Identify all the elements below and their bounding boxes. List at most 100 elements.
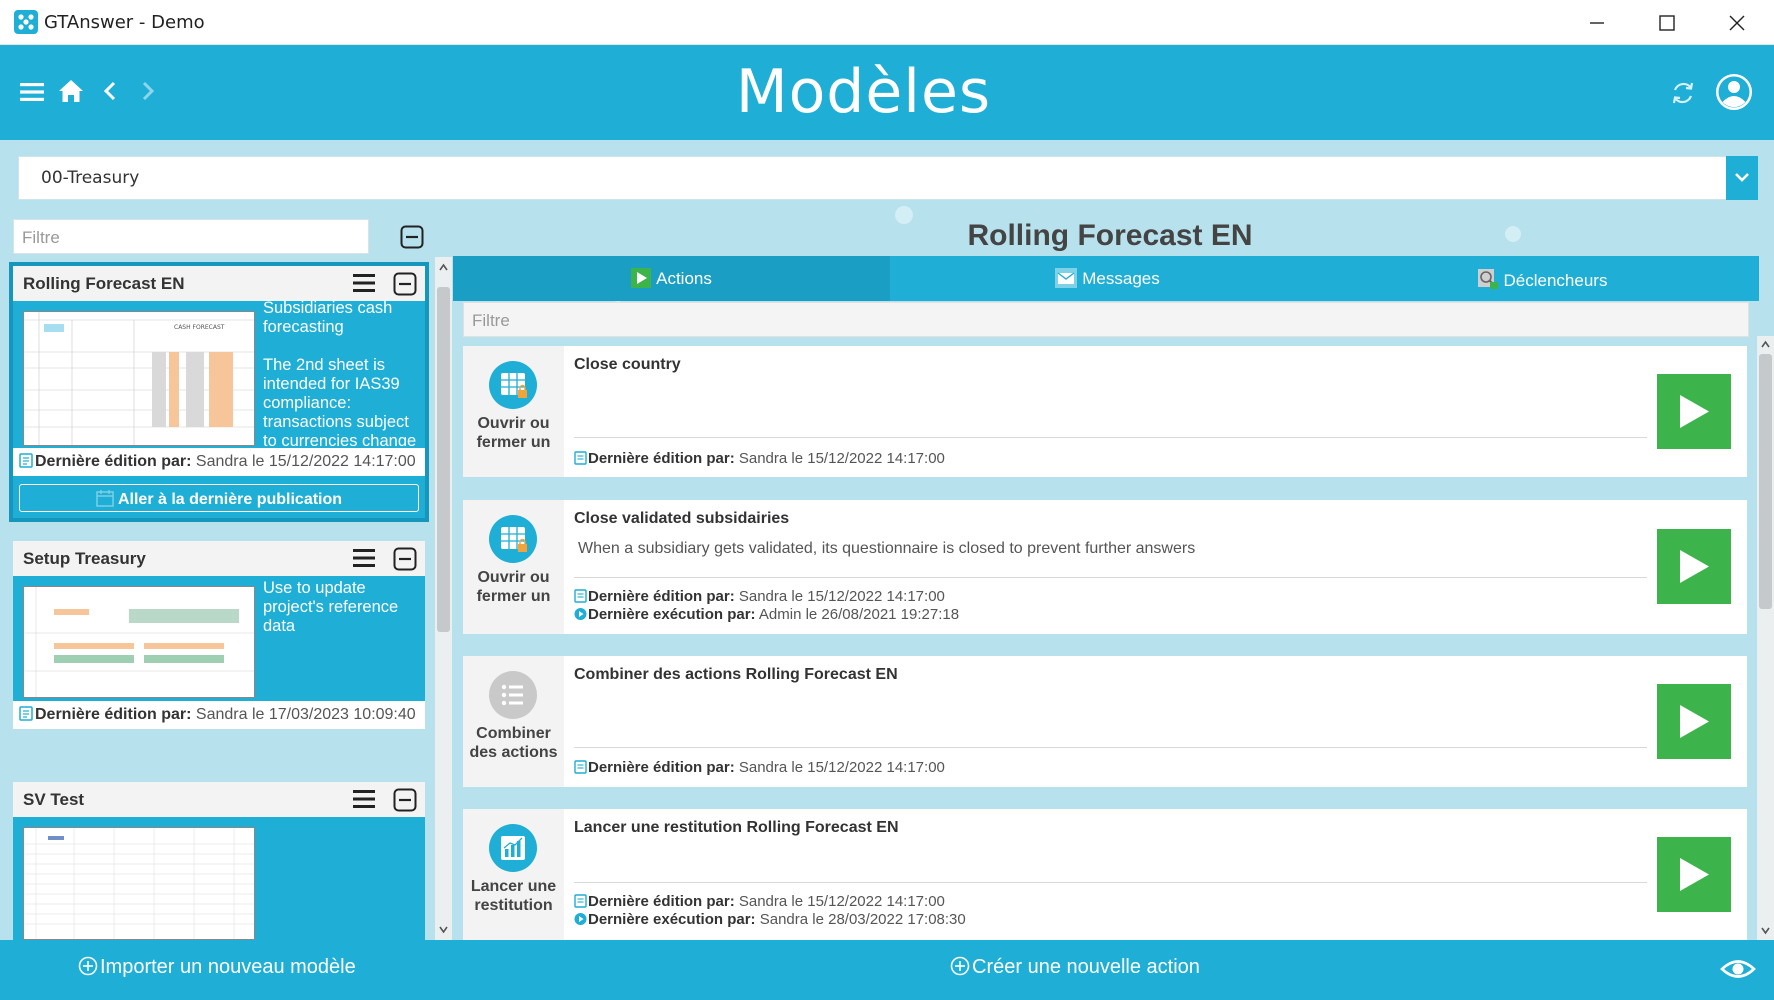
card-menu-icon[interactable]	[353, 274, 375, 292]
tab-messages[interactable]: Messages	[890, 256, 1325, 301]
tab-actions[interactable]: Actions	[453, 256, 890, 301]
model-card[interactable]: Rolling Forecast EN CASH FORECAST Subsid…	[9, 262, 429, 522]
model-card-title: Rolling Forecast EN	[23, 274, 185, 293]
action-type-label: Combiner des actions	[469, 725, 558, 761]
calendar-icon	[96, 489, 114, 507]
app-logo-icon	[14, 10, 38, 34]
model-card-header: Setup Treasury	[13, 541, 425, 576]
card-collapse-icon[interactable]	[393, 547, 417, 571]
maximize-button[interactable]	[1632, 0, 1702, 45]
action-description: When a subsidiary gets validated, its qu…	[578, 540, 1196, 557]
action-divider	[574, 577, 1647, 578]
app-header: Modèles	[0, 45, 1774, 140]
models-scrollbar-thumb[interactable]	[437, 287, 450, 632]
models-filter-input[interactable]: Filtre	[13, 219, 369, 254]
action-type: Lancer une restitution	[463, 809, 564, 940]
action-last-execution: Dernière exécution par: Sandra le 28/03/…	[574, 911, 966, 928]
model-card[interactable]: SV Test	[13, 782, 425, 940]
project-select-toggle[interactable]	[1726, 156, 1758, 200]
last-execution-value: Admin le 26/08/2021 19:27:18	[755, 606, 960, 623]
actions-scrollbar-thumb[interactable]	[1759, 354, 1772, 609]
last-edit-label: Dernière édition par:	[35, 706, 192, 723]
action-name: Close country	[574, 356, 681, 373]
refresh-icon[interactable]	[1670, 80, 1696, 106]
last-execution-value: Sandra le 28/03/2022 17:08:30	[755, 911, 966, 928]
action-last-edit: Dernière édition par: Sandra le 15/12/20…	[574, 588, 945, 605]
action-type: Ouvrir ou fermer un	[463, 346, 564, 477]
scroll-up-icon[interactable]	[439, 263, 448, 272]
goto-last-publication-label: Aller à la dernière publication	[117, 491, 343, 508]
actions-scrollbar[interactable]	[1757, 336, 1774, 940]
model-description-line: The 2nd sheet is intended for IAS39 comp…	[263, 356, 417, 446]
import-model-button[interactable]: Importer un nouveau modèle	[78, 956, 356, 979]
last-execution-label: Dernière exécution par:	[588, 606, 756, 623]
project-select[interactable]: 00-Treasury	[18, 156, 1758, 200]
model-tabs: Actions Messages Déclencheurs	[453, 256, 1759, 301]
collapse-all-icon[interactable]	[400, 225, 424, 249]
scroll-up-icon[interactable]	[1761, 340, 1770, 349]
project-select-value: 00-Treasury	[41, 168, 140, 188]
run-action-button[interactable]	[1657, 684, 1731, 759]
action-divider	[574, 882, 1647, 883]
window-titlebar: GTAnswer - Demo	[0, 0, 1774, 45]
action-divider	[574, 747, 1647, 748]
execution-icon	[574, 912, 587, 926]
selected-model-title: Rolling Forecast EN	[967, 219, 1253, 252]
model-card-header: SV Test	[13, 782, 425, 817]
actions-filter-input[interactable]: Filtre	[463, 302, 1749, 337]
eye-icon[interactable]	[1720, 956, 1756, 982]
add-circle-icon	[950, 956, 970, 976]
create-action-button[interactable]: Créer une nouvelle action	[950, 956, 1200, 979]
goto-last-publication-button[interactable]: Aller à la dernière publication	[19, 484, 419, 512]
add-circle-icon	[78, 956, 98, 976]
close-window-button[interactable]	[1702, 0, 1772, 45]
user-avatar-icon[interactable]	[1715, 73, 1753, 111]
card-collapse-icon[interactable]	[393, 272, 417, 296]
play-icon	[631, 268, 652, 288]
action-name: Lancer une restitution Rolling Forecast …	[574, 819, 899, 836]
action-item[interactable]: Combiner des actions Combiner des action…	[463, 656, 1747, 787]
minimize-button[interactable]	[1562, 0, 1632, 45]
window-title: GTAnswer - Demo	[44, 12, 205, 33]
import-model-label: Importer un nouveau modèle	[100, 956, 356, 978]
last-edit-value: Sandra le 15/12/2022 14:17:00	[734, 759, 945, 776]
action-type-label: Ouvrir ou fermer un	[476, 569, 551, 605]
model-card[interactable]: Setup Treasury Use to update project's r…	[13, 541, 425, 729]
model-description: Subsidiaries cash forecasting The 2nd sh…	[263, 299, 421, 446]
model-last-edit: Dernière édition par: Sandra le 17/03/20…	[13, 701, 425, 729]
play-icon	[1680, 395, 1709, 428]
table-lock-icon	[489, 361, 537, 409]
trigger-icon	[1477, 268, 1499, 290]
close-icon	[1729, 15, 1745, 31]
model-card-title: Setup Treasury	[23, 549, 146, 568]
edit-doc-icon	[574, 894, 587, 908]
model-last-edit: Dernière édition par: Sandra le 15/12/20…	[13, 448, 425, 476]
chevron-down-icon	[1735, 173, 1749, 182]
last-edit-label: Dernière édition par:	[588, 450, 735, 467]
action-item[interactable]: Ouvrir ou fermer un Close validated subs…	[463, 500, 1747, 634]
run-action-button[interactable]	[1657, 837, 1731, 912]
last-edit-label: Dernière édition par:	[35, 453, 192, 470]
card-collapse-icon[interactable]	[393, 788, 417, 812]
last-edit-value: Sandra le 17/03/2023 10:09:40	[191, 706, 416, 723]
last-execution-label: Dernière exécution par:	[588, 911, 756, 928]
tab-messages-label: Messages	[1082, 269, 1160, 288]
edit-doc-icon	[574, 451, 587, 465]
execution-icon	[574, 607, 587, 621]
models-scrollbar[interactable]	[435, 257, 452, 940]
run-action-button[interactable]	[1657, 374, 1731, 449]
chart-icon	[489, 824, 537, 872]
card-menu-icon[interactable]	[353, 790, 375, 808]
svg-text:CASH FORECAST: CASH FORECAST	[174, 324, 225, 331]
edit-doc-icon	[574, 589, 587, 603]
action-item[interactable]: Ouvrir ou fermer un Close country Derniè…	[463, 346, 1747, 477]
action-type: Ouvrir ou fermer un	[463, 500, 564, 634]
model-card-header: Rolling Forecast EN	[13, 266, 425, 301]
card-menu-icon[interactable]	[353, 549, 375, 567]
tab-triggers[interactable]: Déclencheurs	[1325, 256, 1759, 301]
scroll-down-icon[interactable]	[439, 925, 448, 934]
scroll-down-icon[interactable]	[1761, 926, 1770, 935]
run-action-button[interactable]	[1657, 529, 1731, 604]
model-card-title: SV Test	[23, 790, 85, 809]
action-item[interactable]: Lancer une restitution Lancer une restit…	[463, 809, 1747, 940]
